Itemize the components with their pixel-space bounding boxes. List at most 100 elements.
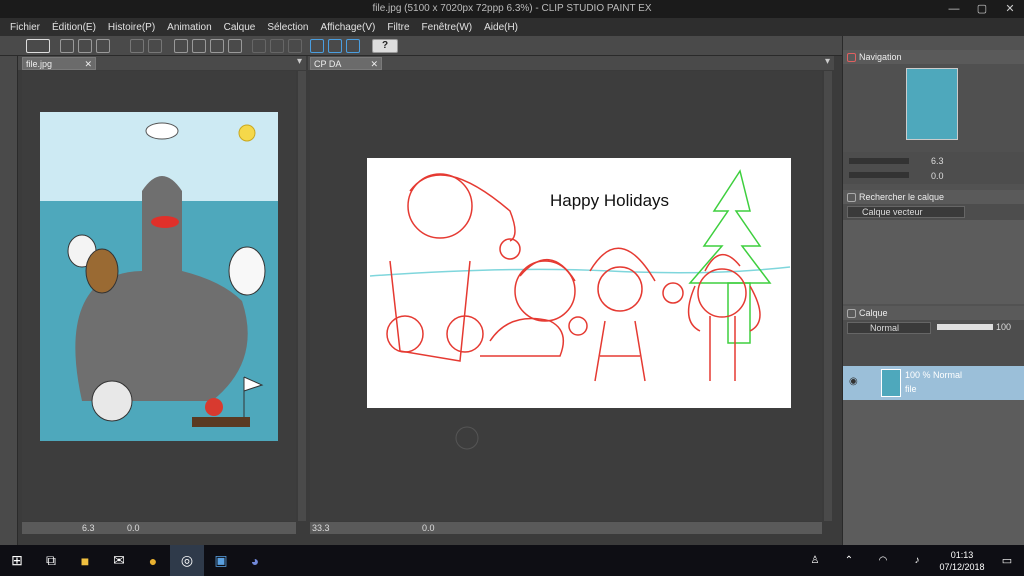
clip-studio-icon[interactable] [26,39,50,53]
clock[interactable]: 01:13 07/12/2018 [934,549,990,573]
left-canvas-area[interactable] [22,71,296,521]
sun [238,124,256,142]
navigator-thumbnail [906,68,958,140]
chrome-icon[interactable]: ● [136,545,170,576]
left-angle-value[interactable]: 0.0 [127,523,140,533]
navigator-zoom[interactable]: 6.3 [931,156,944,166]
boat [192,417,250,427]
left-canvas-tabbar: file.jpg ✕ ▾ [18,56,306,70]
illustration-canvas [40,112,278,441]
crop-icon[interactable] [210,39,224,53]
cloud [145,122,179,140]
snap-special-icon[interactable] [346,39,360,53]
clear-outside-icon[interactable] [288,39,302,53]
opacity-value[interactable]: 100 [996,322,1011,332]
layer-blend-row: Normal 100 [843,320,1024,336]
layer-name-label: file [905,384,917,394]
task-view-icon[interactable]: ⧉ [34,545,68,576]
fill-icon[interactable] [192,39,206,53]
menu-aide[interactable]: Aide(H) [484,22,518,33]
chevron-down-icon[interactable]: ▾ [297,56,302,67]
layer-search-header: Rechercher le calque [843,190,1024,204]
left-status-bar: 6.3 0.0 [22,522,296,534]
save-icon[interactable] [96,39,110,53]
layer-panel-header: Calque [843,306,1024,320]
left-zoom-value[interactable]: 6.3 [82,523,95,533]
fill-selection-icon[interactable] [270,39,284,53]
layer-row[interactable]: ◉ 100 % Normal file [843,366,1024,400]
close-icon[interactable]: ✕ [996,0,1024,18]
people-icon[interactable]: ♙ [798,545,832,576]
menu-calque[interactable]: Calque [224,22,256,33]
wifi-icon[interactable]: ◠ [866,545,900,576]
clock-date: 07/12/2018 [939,561,985,572]
right-zoom-value[interactable]: 33.3 [312,523,330,533]
left-vertical-scrollbar[interactable] [298,71,306,521]
menu-fenetre[interactable]: Fenêtre(W) [422,22,473,33]
brown-dog [85,248,119,294]
opacity-slider[interactable] [937,324,993,330]
network-app-icon[interactable]: ▣ [204,545,238,576]
right-panel: Navigation 6.3 0.0 Rechercher le calque … [842,36,1024,570]
white-blob [228,246,266,296]
windows-start-icon[interactable]: ⊞ [0,545,34,576]
eye-icon[interactable]: ◉ [849,376,858,387]
right-angle-value[interactable]: 0.0 [422,523,435,533]
layer-search-row: Calque vecteur [843,204,1024,220]
tab-cp-da[interactable]: CP DA ✕ [310,57,382,70]
clear-icon[interactable] [252,39,266,53]
cursor-circle [455,426,479,450]
layer-tools-row [843,336,1024,366]
sketch-canvas: Happy Holidays [367,158,791,450]
discord-icon[interactable]: ◕ [238,545,272,576]
right-vertical-scrollbar[interactable] [824,71,832,521]
happy-holidays-text: Happy Holidays [550,191,669,210]
open-folder-icon[interactable] [78,39,92,53]
help-icon[interactable]: ? [372,39,398,53]
menu-edition[interactable]: Édition(E) [52,22,96,33]
layer-property-area [843,220,1024,304]
chevron-down-icon[interactable]: ▾ [825,56,830,67]
menu-selection[interactable]: Sélection [267,22,308,33]
menu-filtre[interactable]: Filtre [387,22,409,33]
menu-affichage[interactable]: Affichage(V) [320,22,375,33]
navigator-angle[interactable]: 0.0 [931,171,944,181]
volume-icon[interactable]: ♪ [900,545,934,576]
notification-icon[interactable]: ▭ [990,545,1024,576]
clip-studio-taskbar-icon[interactable]: ◎ [170,545,204,576]
menu-fichier[interactable]: Fichier [10,22,40,33]
new-file-icon[interactable] [60,39,74,53]
minimize-button[interactable]: — [940,0,968,18]
right-canvas-area[interactable]: Happy Holidays [310,71,822,521]
navigator-controls: 6.3 0.0 [843,152,1024,184]
redo-icon[interactable] [148,39,162,53]
ruler-icon[interactable] [310,39,324,53]
beach-ball [91,380,133,422]
layer-mode-label: 100 % Normal [905,370,963,380]
blend-mode-select[interactable]: Normal [847,322,931,334]
tab-file-jpg[interactable]: file.jpg ✕ [22,57,96,70]
navigator-preview[interactable] [843,64,1024,152]
menu-bar: Fichier Édition(E) Histoire(P) Animation… [0,18,1024,36]
right-canvas-tabbar: CP DA ✕ ▾ [308,56,834,70]
mail-icon[interactable]: ✉ [102,545,136,576]
red-creature [205,398,223,416]
menu-histoire[interactable]: Histoire(P) [108,22,155,33]
layer-type-select[interactable]: Calque vecteur [847,206,965,218]
transform-icon[interactable] [228,39,242,53]
left-dock-strip [0,56,18,545]
restore-button[interactable]: ▢ [968,0,996,18]
windows-taskbar: ⊞ ⧉ ■ ✉ ● ◎ ▣ ◕ ♙ ⌃ ◠ ♪ 01:13 07/12/2018… [0,545,1024,576]
clock-time: 01:13 [950,549,974,560]
snap-ruler-icon[interactable] [328,39,342,53]
file-explorer-icon[interactable]: ■ [68,545,102,576]
undo-icon[interactable] [130,39,144,53]
right-status-bar: 33.3 0.0 [310,522,822,534]
selection-icon[interactable] [174,39,188,53]
zoom-slider[interactable] [849,158,909,164]
rotate-slider[interactable] [849,172,909,178]
navigator-header: Navigation [843,50,1024,64]
monster-mouth [151,216,179,228]
chevron-up-icon[interactable]: ⌃ [832,545,866,576]
menu-animation[interactable]: Animation [167,22,211,33]
